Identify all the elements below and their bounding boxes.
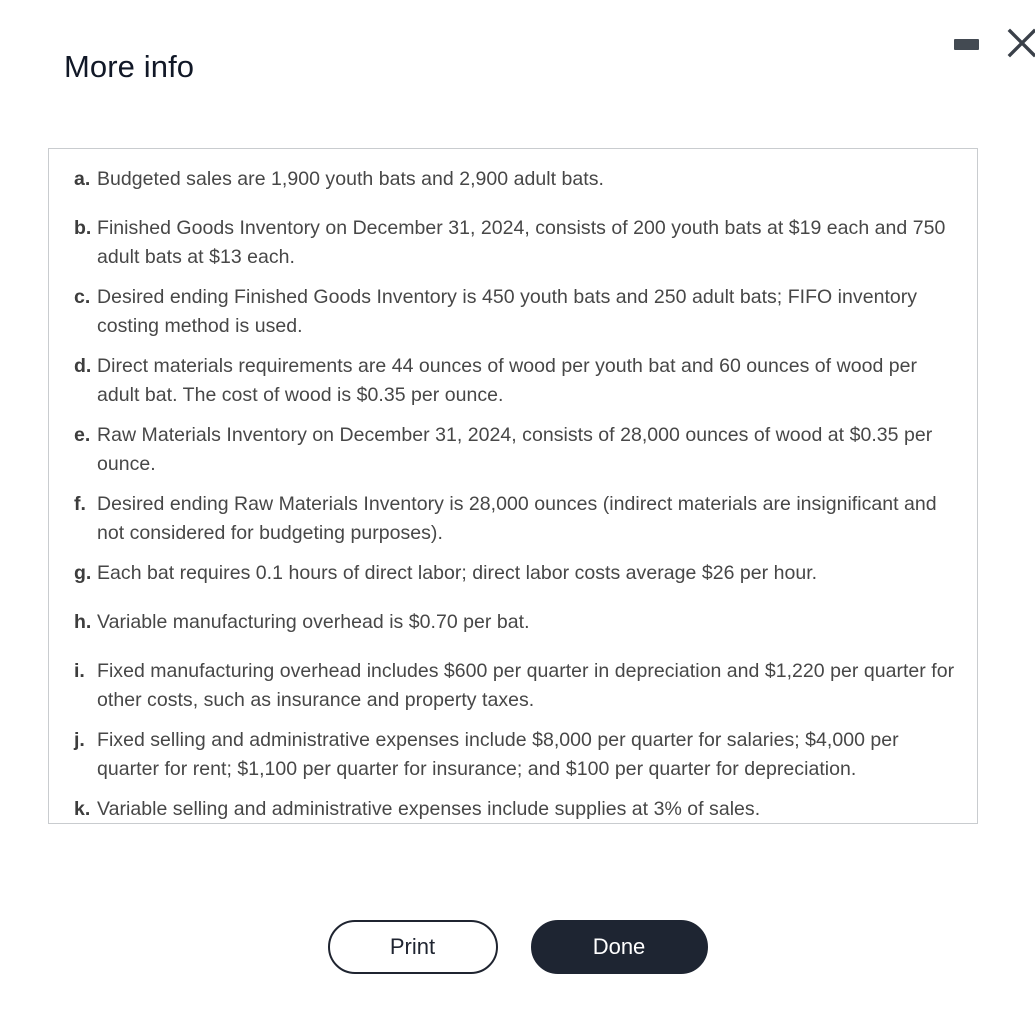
dialog-footer: Print Done <box>0 920 1035 974</box>
list-item-text: Direct materials requirements are 44 oun… <box>97 355 918 406</box>
list-item: g. Each bat requires 0.1 hours of direct … <box>63 559 963 588</box>
list-item: e. Raw Materials Inventory on December 31… <box>63 421 963 479</box>
list-item-marker: b. <box>74 217 92 239</box>
list-item: j. Fixed selling and administrative expen… <box>63 726 963 784</box>
list-item-marker: f. <box>74 493 86 515</box>
list-item-marker: d. <box>74 355 92 377</box>
list-item: f. Desired ending Raw Materials Inventory… <box>63 490 963 548</box>
list-item-marker: c. <box>74 286 91 308</box>
list-item: i. Fixed manufacturing overhead includes … <box>63 657 963 715</box>
list-item-marker: e. <box>74 424 91 446</box>
list-item-text: Fixed selling and administrative expense… <box>97 729 899 780</box>
list-item-text: Variable manufacturing overhead is $0.70… <box>97 611 530 633</box>
list-item-marker: i. <box>74 660 85 682</box>
list-item-text: Desired ending Raw Materials Inventory i… <box>97 493 937 544</box>
print-button[interactable]: Print <box>327 920 498 974</box>
list-item-marker: k. <box>74 798 91 820</box>
list-item-text: Fixed manufacturing overhead includes $6… <box>97 660 955 711</box>
window-controls <box>954 0 1035 86</box>
more-info-dialog: More info a. Budgeted sales are 1,900 you… <box>0 0 1035 1035</box>
page-title: More info <box>64 49 195 84</box>
list-item-text: Finished Goods Inventory on December 31,… <box>97 217 946 268</box>
list-item-marker: h. <box>74 611 92 633</box>
minimize-icon <box>954 38 979 50</box>
list-item-marker: g. <box>74 562 92 584</box>
close-icon <box>1005 26 1035 60</box>
list-item-text: Desired ending Finished Goods Inventory … <box>97 286 918 337</box>
list-item: b. Finished Goods Inventory on December 3… <box>63 214 963 272</box>
list-item-text: Budgeted sales are 1,900 youth bats and … <box>97 168 604 190</box>
list-item-text: Each bat requires 0.1 hours of direct la… <box>97 562 818 584</box>
list-item: h. Variable manufacturing overhead is $0.… <box>63 608 963 637</box>
close-button[interactable] <box>999 26 1035 60</box>
list-item: k. Variable selling and administrative ex… <box>63 795 963 823</box>
assumption-list: a. Budgeted sales are 1,900 youth bats an… <box>63 165 963 823</box>
list-item: a. Budgeted sales are 1,900 youth bats an… <box>63 165 963 194</box>
list-item-text: Raw Materials Inventory on December 31, … <box>97 424 933 475</box>
list-item: c. Desired ending Finished Goods Inventor… <box>63 283 963 341</box>
list-item-marker: a. <box>74 168 91 190</box>
minimize-button[interactable] <box>954 37 979 50</box>
list-item-marker: j. <box>74 729 85 751</box>
list-item: d. Direct materials requirements are 44 o… <box>63 352 963 410</box>
list-item-text: Variable selling and administrative expe… <box>97 798 761 820</box>
done-button[interactable]: Done <box>530 920 708 974</box>
assumptions-panel: a. Budgeted sales are 1,900 youth bats an… <box>48 148 978 824</box>
